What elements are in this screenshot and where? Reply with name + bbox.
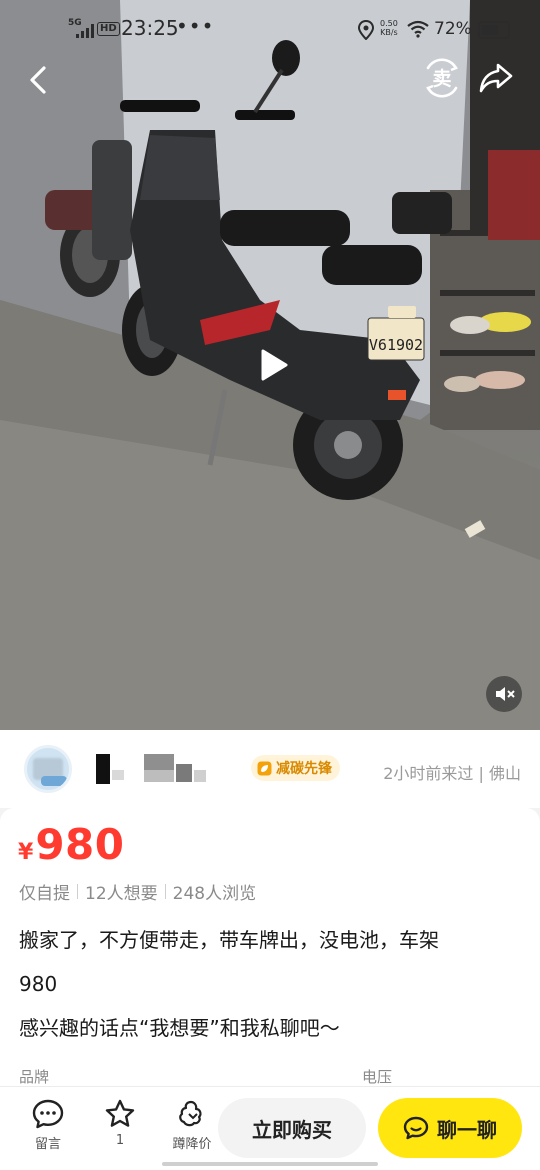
status-bar: 5G HD 23:25 ••• 0.50 KB/s 72% bbox=[0, 0, 540, 60]
mute-button[interactable] bbox=[486, 676, 522, 712]
price-drop-icon bbox=[179, 1100, 202, 1127]
pickup-only: 仅自提 bbox=[19, 884, 70, 904]
description-line: 搬家了，不方便带走，带车牌出，没电池，车架 bbox=[19, 928, 439, 952]
battery-icon bbox=[478, 21, 510, 39]
favorite-count: 1 bbox=[115, 1133, 125, 1148]
more-notifications: ••• bbox=[176, 14, 215, 38]
price-currency: ¥ bbox=[18, 840, 34, 865]
comment-button[interactable]: 留言 bbox=[18, 1099, 78, 1152]
attr-voltage-label: 电压 bbox=[362, 1068, 393, 1086]
price-value: 980 bbox=[35, 820, 125, 869]
last-seen-location: 2小时前来过 | 佛山 bbox=[383, 764, 521, 783]
share-icon[interactable] bbox=[478, 60, 514, 96]
seller-nickname-redacted[interactable] bbox=[96, 754, 208, 784]
seller-row[interactable]: 减碳先锋 2小时前来过 | 佛山 bbox=[0, 730, 540, 808]
back-icon[interactable] bbox=[24, 60, 54, 100]
chat-icon bbox=[403, 1116, 429, 1140]
leaf-badge-icon bbox=[257, 761, 272, 775]
mute-icon bbox=[496, 687, 515, 701]
price-drop-button[interactable]: 蹲降价 bbox=[162, 1099, 222, 1152]
divider bbox=[164, 884, 166, 899]
chat-label: 聊一聊 bbox=[437, 1117, 497, 1142]
comment-label: 留言 bbox=[34, 1137, 61, 1152]
badge-label: 减碳先锋 bbox=[276, 761, 332, 777]
divider bbox=[77, 884, 78, 899]
signal-bars-icon bbox=[76, 24, 94, 38]
description-line: 980 bbox=[19, 972, 58, 996]
favorite-button[interactable]: 1 bbox=[90, 1099, 150, 1148]
description-line: 感兴趣的话点“我想要”和我私聊吧～ bbox=[19, 1016, 340, 1040]
location-icon bbox=[358, 20, 374, 40]
hd-badge: HD bbox=[97, 22, 120, 36]
carbon-badge[interactable]: 减碳先锋 bbox=[251, 755, 340, 781]
license-plate-text: V61902 bbox=[369, 336, 423, 354]
play-icon[interactable] bbox=[256, 348, 290, 382]
battery-percent: 72% bbox=[434, 19, 472, 39]
listing-video[interactable]: V61902 5G HD 23:25 ••• 0.50 KB/s 72% 卖 bbox=[0, 0, 540, 730]
clock: 23:25 bbox=[121, 16, 179, 40]
sell-glyph: 卖 bbox=[432, 68, 451, 90]
buy-now-button[interactable]: 立即购买 bbox=[218, 1098, 366, 1158]
home-indicator[interactable] bbox=[162, 1162, 378, 1166]
attr-brand-label: 品牌 bbox=[19, 1068, 50, 1086]
buy-now-label: 立即购买 bbox=[252, 1117, 332, 1142]
item-detail: ¥ 980 仅自提 12人想要 248人浏览 搬家了，不方便带走，带车牌出，没电… bbox=[0, 808, 540, 1098]
comment-icon bbox=[32, 1099, 64, 1129]
star-icon bbox=[105, 1099, 135, 1127]
price: ¥ 980 bbox=[18, 820, 124, 869]
sell-icon[interactable]: 卖 bbox=[422, 58, 462, 98]
bottom-action-bar: 留言 1 蹲降价 立即购买 聊一聊 bbox=[0, 1086, 540, 1170]
wifi-icon bbox=[407, 20, 429, 38]
price-drop-label: 蹲降价 bbox=[172, 1137, 212, 1152]
view-count: 248人浏览 bbox=[172, 884, 257, 904]
item-meta: 仅自提 12人想要 248人浏览 bbox=[19, 879, 256, 904]
item-description: 搬家了，不方便带走，带车牌出，没电池，车架 980 感兴趣的话点“我想要”和我私… bbox=[19, 918, 529, 1050]
want-count: 12人想要 bbox=[85, 884, 158, 904]
network-speed: 0.50 KB/s bbox=[380, 19, 398, 37]
seller-avatar[interactable] bbox=[24, 745, 72, 793]
chat-button[interactable]: 聊一聊 bbox=[378, 1098, 522, 1158]
